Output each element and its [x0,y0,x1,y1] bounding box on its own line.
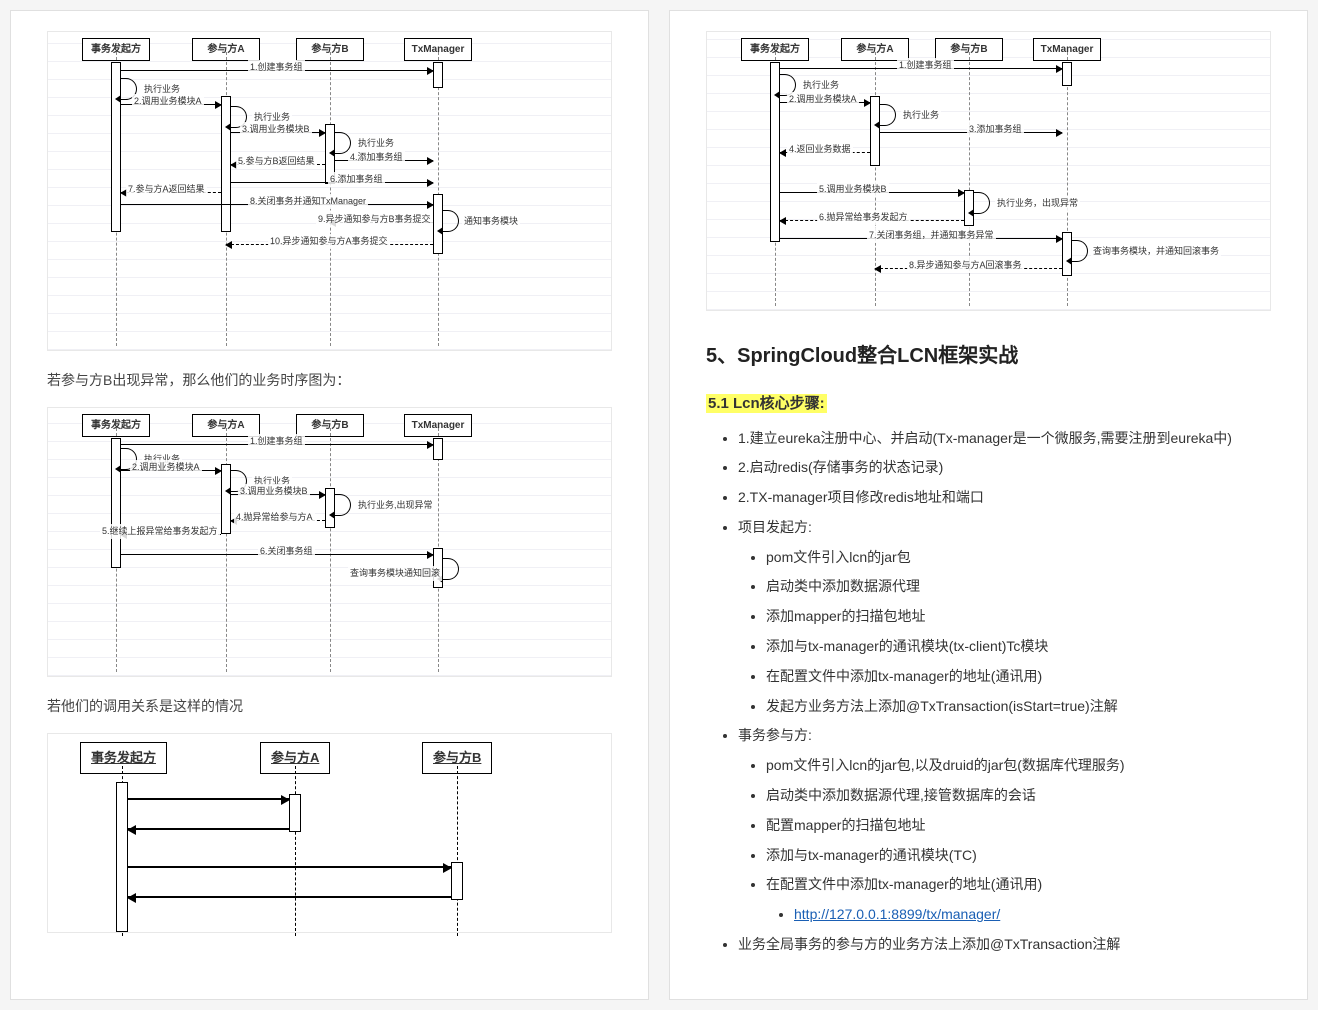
msg-close-group: 8.关闭事务并通知TxManager [248,194,368,209]
msg-f-calla: 2.调用业务模块A [130,460,202,475]
msg-f-throwi: 5.继续上报异常给事务发起方 [100,524,220,539]
step-part-url-item: http://127.0.0.1:8899/tx/manager/ [794,903,1271,927]
msg-return-b: 5.参与方B返回结果 [236,154,317,169]
left-page: 事务发起方 参与方A 参与方B TxManager 1.创建事务组 执行业务 2… [10,10,649,1000]
msg-notify-a: 10.异步通知参与方A事务提交 [268,234,390,249]
step-part-dsproxy: 启动类中添加数据源代理,接管数据库的会话 [766,784,1271,808]
sequence-diagram-success: 事务发起方 参与方A 参与方B TxManager 1.创建事务组 执行业务 2… [47,31,612,351]
r-msg-return: 4.返回业务数据 [787,142,853,157]
right-page: 事务发起方 参与方A 参与方B TxManager 1.创建事务组 执行业务 2… [669,10,1308,1000]
page-spread: 事务发起方 参与方A 参与方B TxManager 1.创建事务组 执行业务 2… [0,0,1318,1010]
r-msg-calla: 2.调用业务模块A [787,92,859,107]
step-init-txclient: 添加与tx-manager的通讯模块(tx-client)Tc模块 [766,635,1271,659]
msg-f-callb: 3.调用业务模块B [238,484,310,499]
step-part-pom: pom文件引入lcn的jar包,以及druid的jar包(数据库代理服务) [766,754,1271,778]
msg-return-a: 7.参与方A返回结果 [126,182,207,197]
para-relation-intro: 若他们的调用关系是这样的情况 [47,695,612,719]
step-part-config-label: 在配置文件中添加tx-manager的地址(通讯用) [766,876,1042,892]
step-init-config: 在配置文件中添加tx-manager的地址(通讯用) [766,665,1271,689]
r-msg-execa: 执行业务 [901,108,941,123]
r-msg-create: 1.创建事务组 [897,58,954,73]
step-part-mapper: 配置mapper的扫描包地址 [766,814,1271,838]
msg-f-close: 6.关闭事务组 [258,544,315,559]
sequence-diagram-failure: 事务发起方 参与方A 参与方B TxManager 1.创建事务组 执行业务 2… [47,407,612,677]
msg-create-group: 1.创建事务组 [248,60,305,75]
step-part-config: 在配置文件中添加tx-manager的地址(通讯用) http://127.0.… [766,873,1271,927]
msg-notify-b: 9.异步通知参与方B事务提交 [316,212,433,227]
step-init-mapper: 添加mapper的扫描包地址 [766,605,1271,629]
step-participant-label: 事务参与方: [738,727,812,743]
r-msg-exec: 执行业务 [801,78,841,93]
msg-f-throwa: 4.抛异常给参与方A [234,510,315,525]
para-exception-intro: 若参与方B出现异常，那么他们的业务时序图为： [47,369,612,393]
r-msg-adda: 3.添加事务组 [967,122,1024,137]
lcn-steps-list: 1.建立eureka注册中心、并启动(Tx-manager是一个微服务,需要注册… [706,427,1271,957]
msg-f-create: 1.创建事务组 [248,434,305,449]
r-msg-query: 查询事务模块，并通知回滚事务 [1091,244,1221,259]
r-msg-throw: 6.抛异常给事务发起方 [817,210,910,225]
step-eureka: 1.建立eureka注册中心、并启动(Tx-manager是一个微服务,需要注册… [738,427,1271,451]
step-init-dsproxy: 启动类中添加数据源代理 [766,575,1271,599]
section-title-5: 5、SpringCloud整合LCN框架实战 [706,339,1271,373]
subsection-title-5-1: 5.1 Lcn核心步骤: [706,394,827,413]
step-part-tc: 添加与tx-manager的通讯模块(TC) [766,844,1271,868]
step-init-annotation: 发起方业务方法上添加@TxTransaction(isStart=true)注解 [766,695,1271,719]
msg-notify-module: 通知事务模块 [462,214,520,229]
step-participant: 事务参与方: pom文件引入lcn的jar包,以及druid的jar包(数据库代… [738,724,1271,927]
step-initiator-label: 项目发起方: [738,519,812,535]
step-init-pom: pom文件引入lcn的jar包 [766,546,1271,570]
r-msg-close: 7.关闭事务组，并通知事务异常 [867,228,996,243]
msg-f-rollback: 查询事务模块通知回滚 [348,566,442,581]
msg-add-a: 6.添加事务组 [328,172,385,187]
msg-exec-b: 执行业务 [356,136,396,151]
r-msg-execb: 执行业务，出现异常 [995,196,1080,211]
step-redis: 2.启动redis(存储事务的状态记录) [738,456,1271,480]
txmanager-url-link[interactable]: http://127.0.0.1:8899/tx/manager/ [794,906,1000,922]
msg-add-b: 4.添加事务组 [348,150,405,165]
r-msg-rollback: 8.异步通知参与方A回滚事务 [907,258,1024,273]
step-initiator: 项目发起方: pom文件引入lcn的jar包 启动类中添加数据源代理 添加map… [738,516,1271,719]
r-msg-callb: 5.调用业务模块B [817,182,889,197]
msg-call-a: 2.调用业务模块A [132,94,204,109]
sequence-diagram-relation: 事务发起方 参与方A 参与方B [47,733,612,933]
msg-f-execb: 执行业务,出现异常 [356,498,435,513]
step-txmanager-redis: 2.TX-manager项目修改redis地址和端口 [738,486,1271,510]
step-global-tx-annotation: 业务全局事务的参与方的业务方法上添加@TxTransaction注解 [738,933,1271,957]
sequence-diagram-right: 事务发起方 参与方A 参与方B TxManager 1.创建事务组 执行业务 2… [706,31,1271,311]
msg-call-b: 3.调用业务模块B [240,122,312,137]
big-actor-initiator: 事务发起方 [80,742,167,774]
